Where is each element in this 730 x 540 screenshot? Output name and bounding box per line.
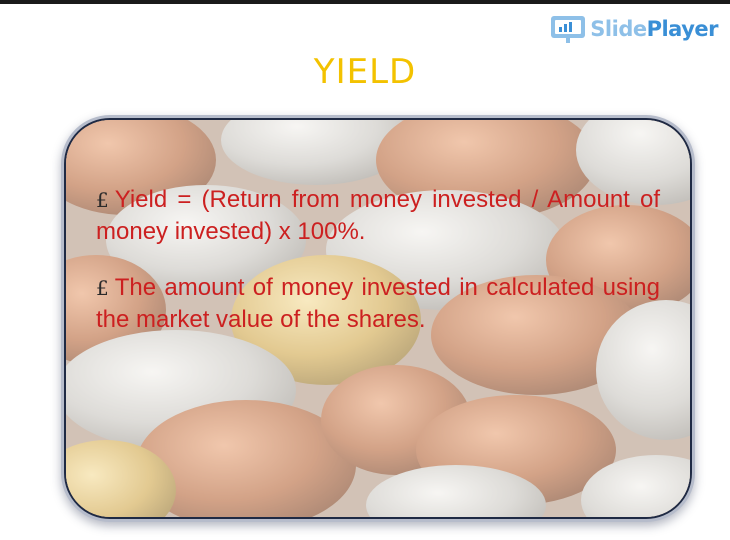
- slide-body: £ Yield = (Return from money invested / A…: [96, 184, 660, 360]
- paragraph-text: The amount of money invested in calculat…: [96, 274, 660, 333]
- logo-wordmark-part1: Slide: [590, 17, 647, 41]
- slide-title: YIELD: [313, 52, 417, 92]
- pound-bullet-icon: £: [96, 188, 109, 212]
- paragraph-text: Yield = (Return from money invested / Am…: [96, 186, 660, 245]
- logo-wordmark-part2: Player: [646, 17, 719, 41]
- logo-wordmark: SlidePlayer: [590, 17, 718, 41]
- presentation-board-icon: [550, 14, 586, 44]
- content-card: £ Yield = (Return from money invested / A…: [66, 120, 690, 517]
- slideplayer-logo[interactable]: SlidePlayer: [550, 12, 719, 46]
- bullet-paragraph: £ Yield = (Return from money invested / A…: [96, 184, 660, 248]
- top-border: [0, 0, 730, 4]
- pound-bullet-icon: £: [96, 276, 109, 300]
- bullet-paragraph: £ The amount of money invested in calcula…: [96, 272, 660, 336]
